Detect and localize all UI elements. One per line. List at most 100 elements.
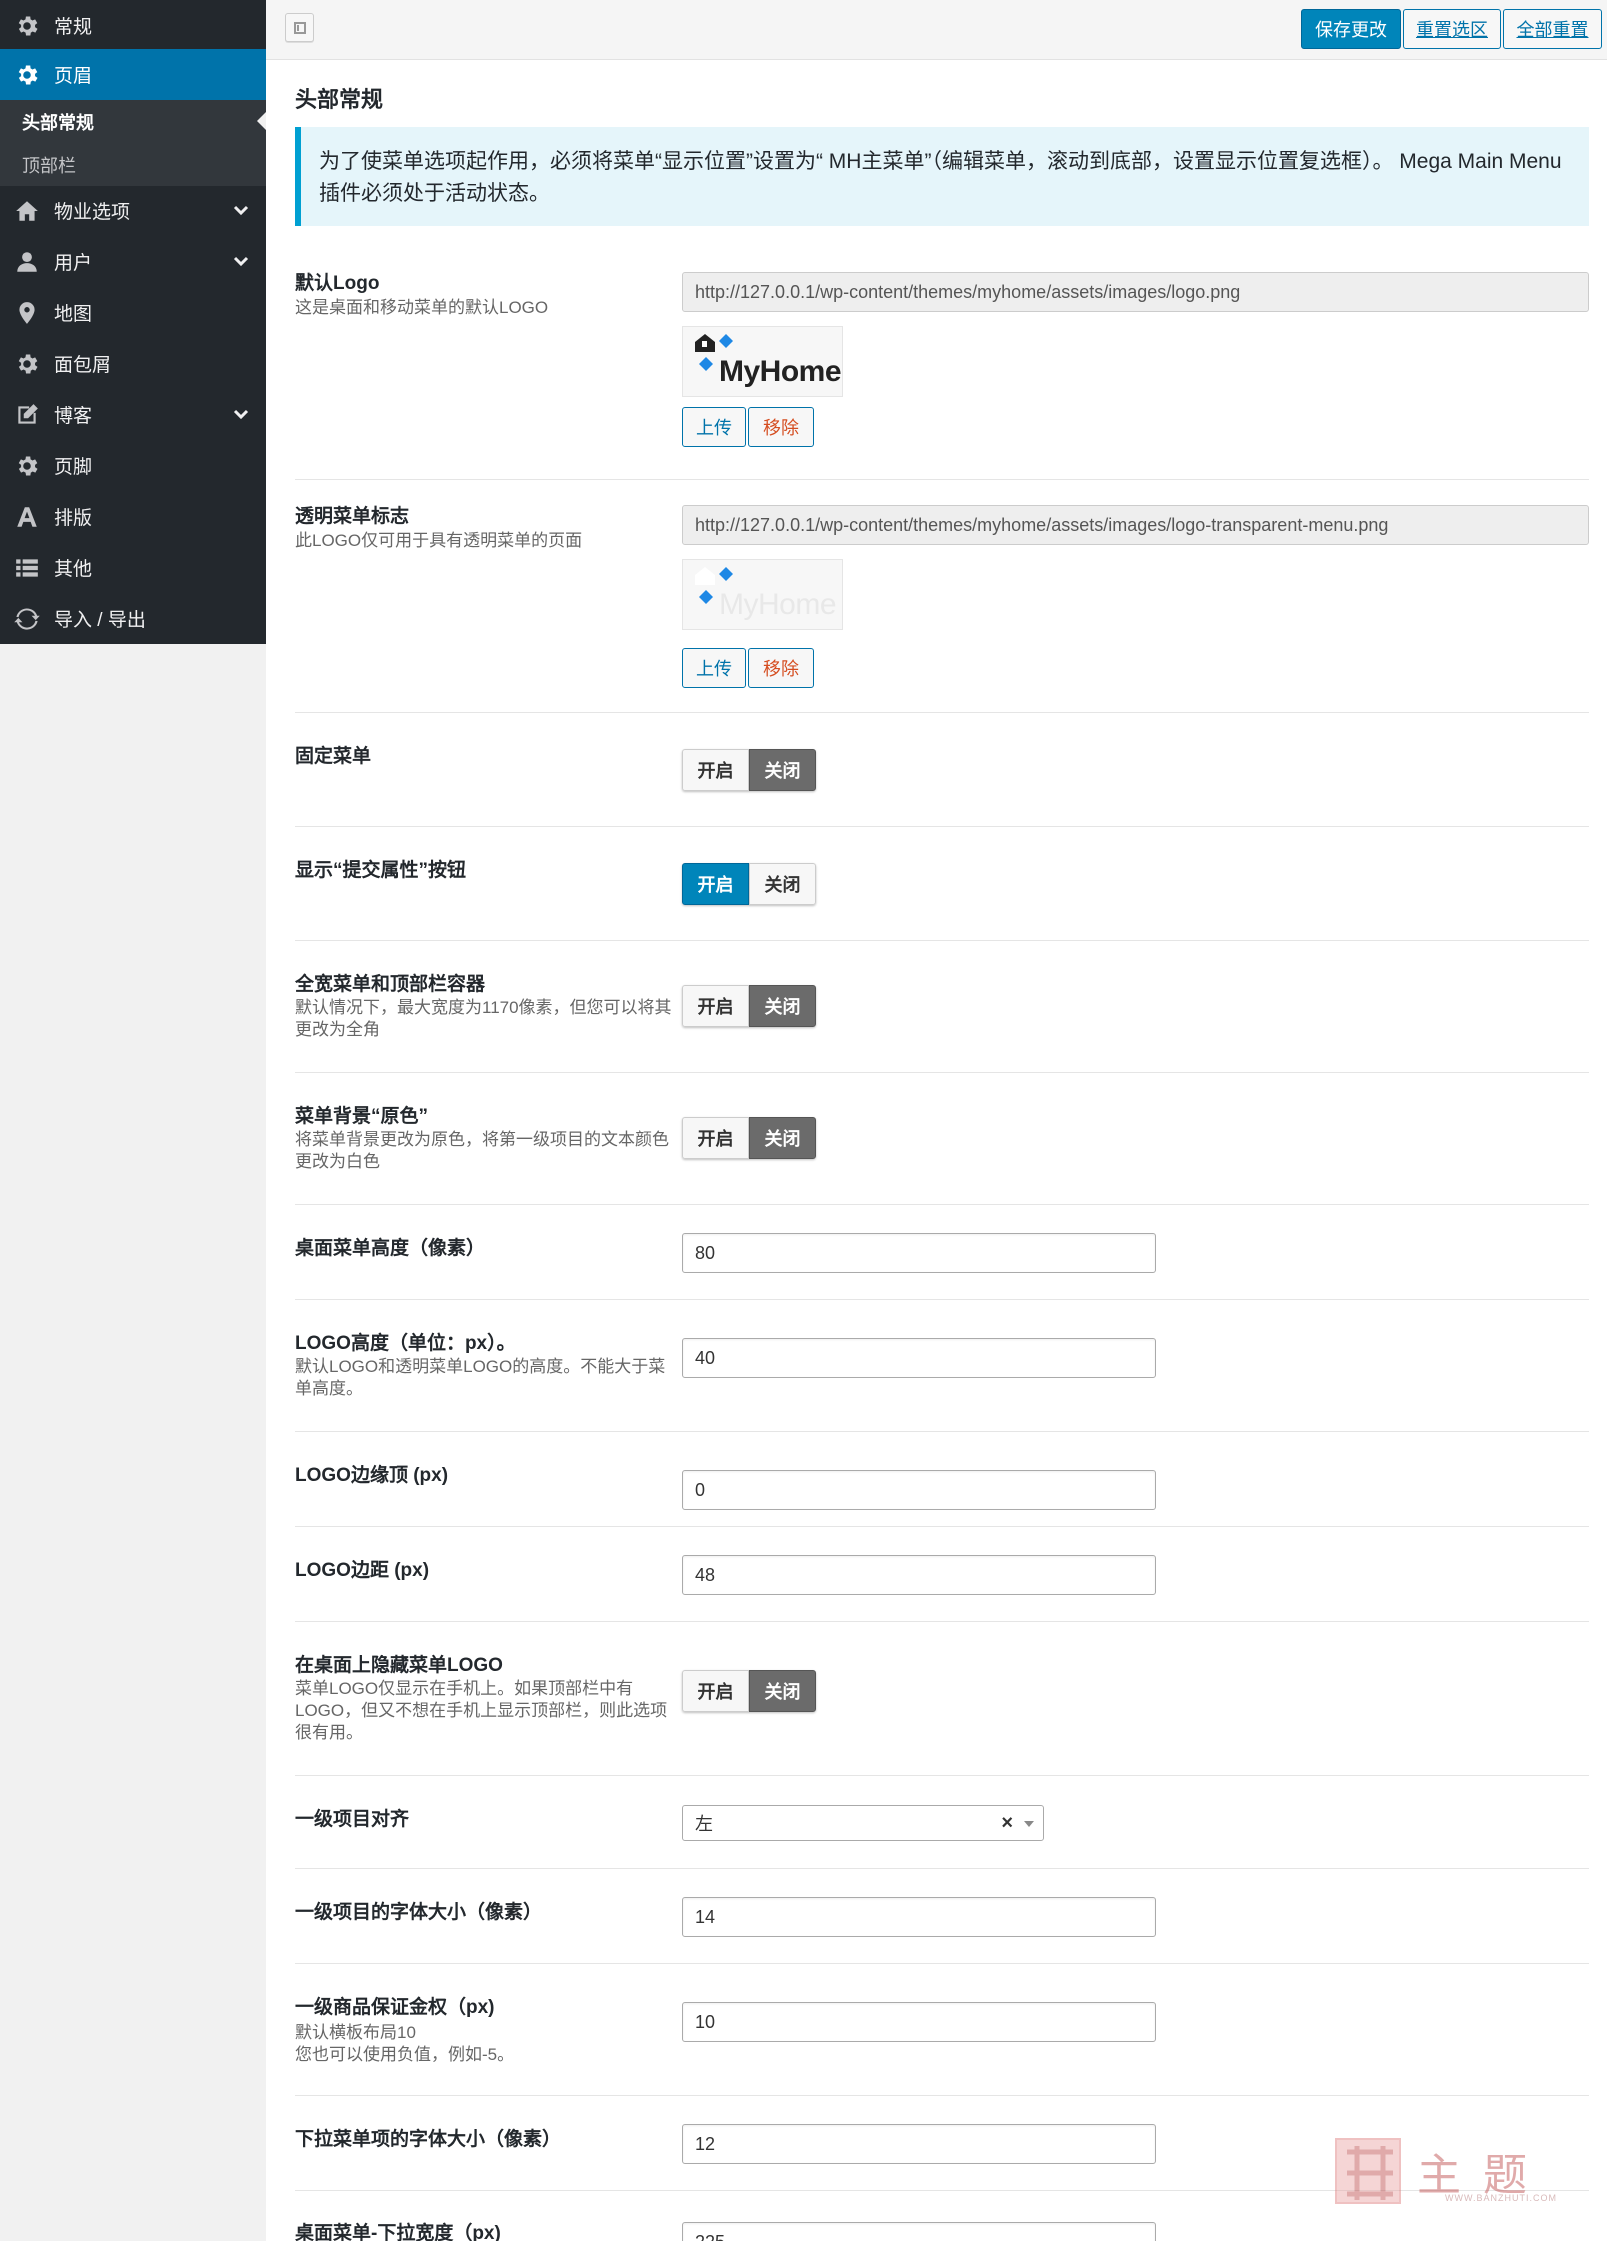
field-submit-property-button: 显示“提交属性”按钮 开启 关闭 xyxy=(295,827,1589,941)
admin-sidebar: 常规 页眉 头部常规 顶部栏 物业选项 用户 地图 面包屑 博客 页脚 排版 其… xyxy=(0,0,266,644)
sidebar-item-label: 页脚 xyxy=(54,457,93,478)
first-level-align-select[interactable]: 左 × xyxy=(682,1805,1044,1841)
edit-icon xyxy=(13,401,41,429)
field-label: 菜单背景“原色” xyxy=(295,1106,429,1127)
sidebar-item-label: 排版 xyxy=(54,508,93,529)
sidebar-item-map[interactable]: 地图 xyxy=(0,287,266,338)
field-label: LOGO边缘顶 (px) xyxy=(295,1465,449,1486)
first-level-font-size-input[interactable]: 14 xyxy=(682,1897,1156,1937)
sidebar-item-import-export[interactable]: 导入 / 导出 xyxy=(0,593,266,644)
selected-value: 左 xyxy=(695,1814,713,1834)
location-pin-icon xyxy=(13,299,41,327)
sidebar-item-property-options[interactable]: 物业选项 xyxy=(0,185,266,236)
switch-off-option[interactable]: 关闭 xyxy=(749,1117,816,1159)
switch-on-option[interactable]: 开启 xyxy=(682,749,749,791)
switch-on-option[interactable]: 开启 xyxy=(682,863,749,905)
sidebar-submenu: 头部常规 顶部栏 xyxy=(0,100,266,186)
logo-height-input[interactable]: 40 xyxy=(682,1338,1156,1378)
field-label: 全宽菜单和顶部栏容器 xyxy=(295,974,486,995)
watermark-seal-icon xyxy=(1335,2138,1401,2204)
sidebar-item-footer[interactable]: 页脚 xyxy=(0,440,266,491)
sidebar-item-typography[interactable]: 排版 xyxy=(0,491,266,542)
field-label: 透明菜单标志 xyxy=(295,506,410,527)
save-changes-button[interactable]: 保存更改 xyxy=(1301,9,1401,49)
remove-button[interactable]: 移除 xyxy=(748,407,814,447)
expand-options-button[interactable] xyxy=(285,13,314,42)
field-hide-logo-desktop: 在桌面上隐藏菜单LOGO 菜单LOGO仅显示在手机上。如果顶部栏中有LOGO，但… xyxy=(295,1622,1589,1776)
watermark: 主题 WWW.BANZHUTI.COM xyxy=(1335,2133,1593,2211)
field-description: 默认情况下，最大宽度为1170像素，但您可以将其更改为全角 xyxy=(295,998,672,1039)
sidebar-subitem-topbar[interactable]: 顶部栏 xyxy=(0,143,266,186)
switch-off-option[interactable]: 关闭 xyxy=(749,749,816,791)
expand-icon xyxy=(293,21,306,34)
field-logo-margin-top: LOGO边缘顶 (px) 0 xyxy=(295,1432,1589,1527)
transparent-logo-url-input[interactable]: http://127.0.0.1/wp-content/themes/myhom… xyxy=(682,505,1589,545)
dropdown-width-input[interactable]: 225 xyxy=(682,2222,1156,2241)
sidebar-item-blog[interactable]: 博客 xyxy=(0,389,266,440)
sidebar-item-label: 导入 / 导出 xyxy=(54,610,146,631)
field-label: 显示“提交属性”按钮 xyxy=(295,860,467,881)
upload-button[interactable]: 上传 xyxy=(682,407,746,447)
field-default-logo: 默认Logo 这是桌面和移动菜单的默认LOGO http://127.0.0.1… xyxy=(295,255,1589,480)
sidebar-item-label: 页眉 xyxy=(54,66,93,87)
sidebar-item-other[interactable]: 其他 xyxy=(0,542,266,593)
gear-icon xyxy=(13,350,41,378)
desktop-menu-height-input[interactable]: 80 xyxy=(682,1233,1156,1273)
field-label: LOGO高度（单位：px）。 xyxy=(295,1333,516,1354)
sticky-menu-switch: 开启 关闭 xyxy=(682,749,816,791)
dropdown-font-size-input[interactable]: 12 xyxy=(682,2124,1156,2164)
dropdown-arrow-icon[interactable] xyxy=(1024,1821,1034,1827)
field-label: 默认Logo xyxy=(295,273,380,294)
full-width-switch: 开启 关闭 xyxy=(682,985,816,1027)
upload-button[interactable]: 上传 xyxy=(682,648,746,688)
logo-margin-input[interactable]: 48 xyxy=(682,1555,1156,1595)
first-level-margin-input[interactable]: 10 xyxy=(682,2002,1156,2042)
remove-button[interactable]: 移除 xyxy=(748,648,814,688)
default-logo-preview: MyHome xyxy=(682,326,843,397)
chevron-down-icon[interactable] xyxy=(232,405,250,423)
field-logo-height: LOGO高度（单位：px）。 默认LOGO和透明菜单LOGO的高度。不能大于菜单… xyxy=(295,1300,1589,1432)
switch-on-option[interactable]: 开启 xyxy=(682,985,749,1027)
field-label: 桌面菜单高度（像素） xyxy=(295,1238,486,1259)
sidebar-item-general[interactable]: 常规 xyxy=(0,0,266,51)
switch-off-option[interactable]: 关闭 xyxy=(749,863,816,905)
sidebar-item-breadcrumbs[interactable]: 面包屑 xyxy=(0,338,266,389)
field-label: 下拉菜单项的字体大小（像素） xyxy=(295,2129,562,2150)
reset-all-button[interactable]: 全部重置 xyxy=(1503,9,1602,49)
field-description: 默认LOGO和透明菜单LOGO的高度。不能大于菜单高度。 xyxy=(295,1357,666,1398)
field-label: LOGO边距 (px) xyxy=(295,1560,430,1581)
sidebar-item-users[interactable]: 用户 xyxy=(0,236,266,287)
chevron-down-icon[interactable] xyxy=(232,252,250,270)
logo-wordmark: MyHome xyxy=(719,354,842,388)
field-label: 桌面菜单-下拉宽度（px) xyxy=(295,2223,501,2241)
field-description: 菜单LOGO仅显示在手机上。如果顶部栏中有LOGO，但又不想在手机上显示顶部栏，… xyxy=(295,1679,668,1742)
reset-section-button[interactable]: 重置选区 xyxy=(1403,9,1501,49)
list-icon xyxy=(13,554,41,582)
default-logo-url-input[interactable]: http://127.0.0.1/wp-content/themes/myhom… xyxy=(682,272,1589,312)
switch-on-option[interactable]: 开启 xyxy=(682,1670,749,1712)
field-label: 一级项目对齐 xyxy=(295,1809,410,1830)
field-sticky-menu: 固定菜单 开启 关闭 xyxy=(295,713,1589,827)
switch-off-option[interactable]: 关闭 xyxy=(749,985,816,1027)
options-toolbar: 保存更改 重置选区 全部重置 xyxy=(266,0,1607,60)
field-label: 固定菜单 xyxy=(295,746,372,767)
field-description: 这是桌面和移动菜单的默认LOGO xyxy=(295,298,549,317)
sidebar-subitem-header-general[interactable]: 头部常规 xyxy=(0,100,266,143)
gear-icon xyxy=(13,61,41,89)
switch-off-option[interactable]: 关闭 xyxy=(749,1670,816,1712)
home-icon xyxy=(13,197,41,225)
clear-selection-icon[interactable]: × xyxy=(1001,1812,1013,1835)
sidebar-item-header[interactable]: 页眉 xyxy=(0,49,266,100)
field-label: 在桌面上隐藏菜单LOGO xyxy=(295,1655,503,1676)
logo-margin-top-input[interactable]: 0 xyxy=(682,1470,1156,1510)
options-panel: 头部常规 为了使菜单选项起作用，必须将菜单“显示位置”设置为“ MH主菜单”（编… xyxy=(266,60,1607,2241)
sidebar-item-label: 其他 xyxy=(54,559,93,580)
sidebar-item-label: 物业选项 xyxy=(54,202,131,223)
sidebar-item-label: 常规 xyxy=(54,17,93,38)
logo-wordmark: MyHome xyxy=(719,587,837,621)
switch-on-option[interactable]: 开启 xyxy=(682,1117,749,1159)
sidebar-item-label: 地图 xyxy=(54,304,93,325)
transparent-logo-preview: MyHome xyxy=(682,559,843,630)
chevron-down-icon[interactable] xyxy=(232,201,250,219)
field-first-level-margin: 一级商品保证金权（px) 默认横板布局10 您也可以使用负值，例如-5。 10 xyxy=(295,1964,1589,2096)
